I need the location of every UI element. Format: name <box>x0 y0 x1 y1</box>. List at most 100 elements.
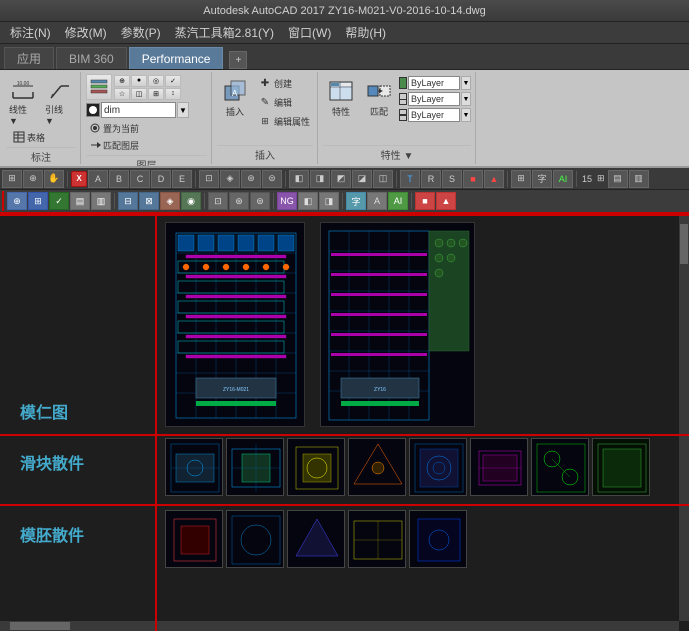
tb-btn-12[interactable]: ◨ <box>310 170 330 188</box>
tb-btn-5[interactable]: D <box>151 170 171 188</box>
tb-btn-15[interactable]: ◫ <box>373 170 393 188</box>
tab-add-button[interactable]: + <box>229 51 247 69</box>
tb-btn-22[interactable]: 字 <box>532 170 552 188</box>
thumb-h7[interactable] <box>531 438 589 496</box>
tb-btn-4[interactable]: C <box>130 170 150 188</box>
tb3-btn-4[interactable]: ▤ <box>70 192 90 210</box>
color-dropdown[interactable]: ByLayer <box>408 76 460 90</box>
btn-layer-6[interactable]: ◫ <box>131 88 147 100</box>
tb-btn-23[interactable]: AI <box>553 170 573 188</box>
tb-btn-9[interactable]: ⊛ <box>241 170 261 188</box>
tb3-btn-9[interactable]: ◉ <box>181 192 201 210</box>
thumb-h6[interactable] <box>470 438 528 496</box>
tb3-btn-10[interactable]: ⊡ <box>208 192 228 210</box>
tb3-btn-19[interactable]: ■ <box>415 192 435 210</box>
tb-btn-11[interactable]: ◧ <box>289 170 309 188</box>
tb3-btn-7[interactable]: ⊠ <box>139 192 159 210</box>
tb-btn-20[interactable]: ▲ <box>484 170 504 188</box>
thumb-h1[interactable] <box>165 438 223 496</box>
btn-edit-attr[interactable]: ⊞ 编辑属性 <box>255 112 313 130</box>
tb-btn-21[interactable]: ⊞ <box>511 170 531 188</box>
menu-biaozhu[interactable]: 标注(N) <box>4 22 57 43</box>
h-scrollbar-thumb[interactable] <box>10 622 70 630</box>
menu-xiugai[interactable]: 修改(M) <box>59 22 113 43</box>
tb-grid-icon[interactable]: ⊞ <box>2 170 22 188</box>
tb-btn-25[interactable]: ▥ <box>629 170 649 188</box>
tb-pan-icon[interactable]: ✋ <box>44 170 64 188</box>
btn-set-current[interactable]: 置为当前 <box>86 120 207 136</box>
tb-btn-8[interactable]: ◈ <box>220 170 240 188</box>
tb3-btn-5[interactable]: ▥ <box>91 192 111 210</box>
tb3-btn-2[interactable]: ⊞ <box>28 192 48 210</box>
layer-name-dropdown[interactable]: dim <box>101 102 176 118</box>
btn-insert-large[interactable]: A 插入 <box>217 74 253 121</box>
tab-performance[interactable]: Performance <box>129 47 224 69</box>
v-scrollbar-thumb[interactable] <box>680 224 688 264</box>
tb3-btn-8[interactable]: ◈ <box>160 192 180 210</box>
tb-btn-6[interactable]: E <box>172 170 192 188</box>
tb3-btn-14[interactable]: ◧ <box>298 192 318 210</box>
btn-layer-panel[interactable] <box>86 74 112 100</box>
btn-layer-3[interactable]: ◎ <box>148 75 164 87</box>
thumb-m4[interactable] <box>348 510 406 568</box>
tb3-btn-20[interactable]: ▲ <box>436 192 456 210</box>
btn-match-properties[interactable]: 匹配 <box>361 74 397 121</box>
tb3-btn-3[interactable]: ✓ <box>49 192 69 210</box>
thumb-h5[interactable] <box>409 438 467 496</box>
tb-btn-24[interactable]: ▤ <box>608 170 628 188</box>
btn-layer-8[interactable]: ↕ <box>165 88 181 100</box>
tb-btn-14[interactable]: ◪ <box>352 170 372 188</box>
btn-properties-large[interactable]: 特性 <box>323 74 359 121</box>
linetype-dropdown[interactable]: ByLayer <box>408 92 460 106</box>
thumb-m1[interactable] <box>165 510 223 568</box>
menu-canshu[interactable]: 参数(P) <box>115 22 167 43</box>
tb3-btn-15[interactable]: ◨ <box>319 192 339 210</box>
tb3-btn-13[interactable]: NG <box>277 192 297 210</box>
btn-match-layer[interactable]: 匹配图层 <box>86 137 207 153</box>
tb-btn-16[interactable]: T <box>400 170 420 188</box>
thumb-h8[interactable] <box>592 438 650 496</box>
tb3-btn-11[interactable]: ⊛ <box>229 192 249 210</box>
menu-tools[interactable]: 蒸汽工具箱2.81(Y) <box>169 22 280 43</box>
thumb-m2[interactable] <box>226 510 284 568</box>
menu-help[interactable]: 帮助(H) <box>339 22 392 43</box>
tb3-btn-17[interactable]: A <box>367 192 387 210</box>
btn-layer-4[interactable]: ✓ <box>165 75 181 87</box>
linetype-arrow[interactable]: ▼ <box>461 92 471 106</box>
menu-window[interactable]: 窗口(W) <box>282 22 337 43</box>
tb3-btn-16[interactable]: 字 <box>346 192 366 210</box>
btn-layer-7[interactable]: ⊞ <box>148 88 164 100</box>
tb3-btn-18[interactable]: AI <box>388 192 408 210</box>
btn-layer-2[interactable]: ● <box>131 75 147 87</box>
tb-btn-2[interactable]: A <box>88 170 108 188</box>
lineweight-dropdown[interactable]: ByLayer <box>408 108 460 122</box>
tb-btn-18[interactable]: S <box>442 170 462 188</box>
tb3-btn-12[interactable]: ⊜ <box>250 192 270 210</box>
tb-btn-19[interactable]: ■ <box>463 170 483 188</box>
tb-btn-13[interactable]: ◩ <box>331 170 351 188</box>
btn-edit-block[interactable]: ✎ 编辑 <box>255 93 313 111</box>
lineweight-arrow[interactable]: ▼ <box>461 108 471 122</box>
btn-linear[interactable]: 10.00 线性 ▼ <box>6 74 40 129</box>
thumb-h2[interactable] <box>226 438 284 496</box>
tb-btn-10[interactable]: ⊜ <box>262 170 282 188</box>
v-scrollbar[interactable] <box>679 214 689 621</box>
thumb-h3[interactable] <box>287 438 345 496</box>
tb-btn-3[interactable]: B <box>109 170 129 188</box>
color-arrow[interactable]: ▼ <box>461 76 471 90</box>
btn-create[interactable]: ✚ 创建 <box>255 74 313 92</box>
h-scrollbar[interactable] <box>0 621 679 631</box>
btn-leader[interactable]: 引线 ▼ <box>42 74 76 129</box>
btn-layer-5[interactable]: ☆ <box>114 88 130 100</box>
thumb-h4[interactable] <box>348 438 406 496</box>
tab-yingyong[interactable]: 应用 <box>4 47 54 69</box>
btn-table[interactable]: 表格 <box>10 129 76 145</box>
tb-btn-1[interactable]: X <box>71 171 87 187</box>
tb3-btn-6[interactable]: ⊟ <box>118 192 138 210</box>
thumb-m5[interactable] <box>409 510 467 568</box>
tb-btn-17[interactable]: R <box>421 170 441 188</box>
layer-dropdown-arrow[interactable]: ▼ <box>177 102 189 118</box>
tb3-btn-1[interactable]: ⊕ <box>7 192 27 210</box>
thumb-m3[interactable] <box>287 510 345 568</box>
tab-bim360[interactable]: BIM 360 <box>56 47 127 69</box>
